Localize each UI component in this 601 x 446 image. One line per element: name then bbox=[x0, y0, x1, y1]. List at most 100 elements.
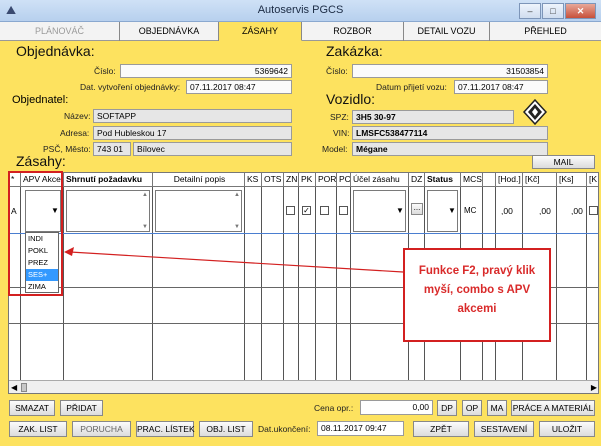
dropdown-option-prez[interactable]: PREZ bbox=[26, 257, 58, 269]
customer-address-label: Adresa: bbox=[60, 128, 90, 138]
renault-logo-icon bbox=[522, 98, 548, 126]
interventions-heading: Zásahy: bbox=[16, 153, 66, 169]
grid-line bbox=[298, 187, 299, 380]
por-checkbox[interactable] bbox=[320, 206, 329, 215]
work-material-button[interactable]: PRÁCE A MATERIÁL bbox=[511, 400, 595, 416]
delete-button[interactable]: SMAZAT bbox=[9, 400, 55, 416]
title-bar: ⛰ Autoservis PGCS – □ ✕ bbox=[0, 0, 601, 22]
column-header[interactable]: KS bbox=[245, 173, 262, 187]
tab-objednavka[interactable]: OBJEDNÁVKA bbox=[120, 22, 219, 41]
customer-name-field[interactable]: SOFTAPP bbox=[93, 109, 292, 123]
price-field[interactable]: 0,00 bbox=[360, 400, 433, 415]
grid-line bbox=[261, 187, 262, 380]
grid-line bbox=[63, 187, 64, 380]
scroll-up-icon[interactable]: ▲ bbox=[234, 192, 240, 198]
scroll-down-icon[interactable]: ▼ bbox=[142, 224, 148, 230]
settings-button[interactable]: SESTAVENÍ bbox=[474, 421, 534, 437]
minimize-button[interactable]: – bbox=[519, 3, 541, 19]
column-header[interactable]: MCS bbox=[461, 173, 483, 187]
grid-line bbox=[152, 187, 153, 380]
column-header[interactable]: PK bbox=[299, 173, 316, 187]
vehicle-model-field[interactable]: Mégane bbox=[352, 142, 548, 156]
completion-field[interactable]: 08.11.2017 09:47 bbox=[317, 421, 404, 436]
status-combo[interactable]: ▼ bbox=[427, 190, 458, 232]
customer-address-field[interactable]: Pod Hubleskou 17 bbox=[93, 126, 292, 140]
price-label: Cena opr.: bbox=[314, 403, 354, 413]
dropdown-option-pokl[interactable]: POKL bbox=[26, 245, 58, 257]
vehicle-vin-label: VIN: bbox=[333, 128, 350, 138]
customer-zip-field[interactable]: 743 01 bbox=[93, 142, 131, 156]
back-button[interactable]: ZPĚT bbox=[413, 421, 469, 437]
grid-line bbox=[336, 187, 337, 380]
column-header[interactable]: [K bbox=[587, 173, 598, 187]
op-button[interactable]: OP bbox=[462, 400, 482, 416]
column-header[interactable]: OTS bbox=[262, 173, 284, 187]
mail-button[interactable]: MAIL bbox=[532, 155, 595, 169]
column-header[interactable]: Detailní popis bbox=[153, 173, 245, 187]
column-header[interactable]: [Kč] bbox=[523, 173, 557, 187]
dz-button[interactable]: ... bbox=[411, 203, 423, 215]
column-header[interactable] bbox=[483, 173, 496, 187]
grid-line bbox=[244, 187, 245, 380]
job-number-field[interactable]: 31503854 bbox=[352, 64, 548, 78]
column-header[interactable]: DZ bbox=[409, 173, 425, 187]
job-accepted-field[interactable]: 07.11.2017 08:47 bbox=[454, 80, 548, 94]
add-button[interactable]: PŘIDAT bbox=[60, 400, 103, 416]
ma-button[interactable]: MA bbox=[487, 400, 507, 416]
zn-checkbox[interactable] bbox=[286, 206, 295, 215]
dropdown-option-ses-plus[interactable]: SES+ bbox=[26, 269, 58, 281]
tab-detail-vozu[interactable]: DETAIL VOZU bbox=[404, 22, 490, 41]
vehicle-spz-field[interactable]: 3H5 30-97 bbox=[352, 110, 514, 124]
dropdown-option-indi[interactable]: INDI bbox=[26, 233, 58, 245]
pc-checkbox[interactable] bbox=[339, 206, 348, 215]
tab-planovac: PLÁNOVÁČ bbox=[0, 22, 120, 41]
close-button[interactable]: ✕ bbox=[565, 3, 596, 19]
chevron-down-icon: ▼ bbox=[448, 206, 456, 215]
customer-city-field[interactable]: Bílovec bbox=[133, 142, 292, 156]
column-header[interactable]: [Ks] bbox=[557, 173, 587, 187]
dp-button[interactable]: DP bbox=[437, 400, 457, 416]
order-list-button[interactable]: ZAK. LIST bbox=[9, 421, 67, 437]
order-number-field[interactable]: 5369642 bbox=[120, 64, 292, 78]
extra-checkbox[interactable] bbox=[589, 206, 598, 215]
purpose-combo[interactable]: ▼ bbox=[353, 190, 406, 232]
scrollbar-thumb[interactable] bbox=[21, 383, 27, 392]
customer-heading: Objednatel: bbox=[12, 94, 69, 106]
tab-rozbor[interactable]: ROZBOR bbox=[302, 22, 404, 41]
chevron-down-icon: ▼ bbox=[396, 206, 404, 215]
tab-prehled[interactable]: PŘEHLED bbox=[490, 22, 601, 41]
save-button[interactable]: ULOŽIT bbox=[539, 421, 595, 437]
scroll-down-icon[interactable]: ▼ bbox=[234, 224, 240, 230]
grid-line bbox=[9, 233, 598, 234]
column-header[interactable]: Status bbox=[425, 173, 461, 187]
scroll-right-icon[interactable]: ▶ bbox=[591, 383, 597, 392]
column-header[interactable]: [Hod.] bbox=[496, 173, 523, 187]
horizontal-scrollbar[interactable]: ◀ ▶ bbox=[9, 380, 598, 393]
annotation-callout: Funkce F2, pravý klik myší, combo s APV … bbox=[403, 248, 551, 342]
order-created-label: Dat. vytvoření objednávky: bbox=[80, 82, 181, 92]
maximize-button[interactable]: □ bbox=[542, 3, 564, 19]
work-sheet-button[interactable]: PRAC. LÍSTEK bbox=[136, 421, 195, 437]
column-header[interactable]: ZN bbox=[284, 173, 299, 187]
obj-list-button[interactable]: OBJ. LIST bbox=[199, 421, 253, 437]
job-heading: Zakázka: bbox=[326, 43, 383, 59]
detail-description-field[interactable]: ▲ ▼ bbox=[155, 190, 242, 232]
job-accepted-label: Datum přijetí vozu: bbox=[376, 82, 447, 92]
grid-line bbox=[556, 187, 557, 380]
window-title: Autoservis PGCS bbox=[257, 4, 344, 16]
fault-button[interactable]: PORUCHA bbox=[72, 421, 131, 437]
scroll-up-icon[interactable]: ▲ bbox=[142, 192, 148, 198]
request-summary-field[interactable]: ▲ ▼ bbox=[66, 190, 150, 232]
vehicle-vin-field[interactable]: LMSFC538477114 bbox=[352, 126, 548, 140]
completion-label: Dat.ukončení: bbox=[258, 424, 311, 434]
column-header[interactable]: PC bbox=[337, 173, 351, 187]
scroll-left-icon[interactable]: ◀ bbox=[11, 383, 17, 392]
order-created-field[interactable]: 07.11.2017 08:47 bbox=[186, 80, 292, 94]
tab-zasahy[interactable]: ZÁSAHY bbox=[219, 22, 302, 41]
pk-checkbox[interactable]: ✓ bbox=[302, 206, 311, 215]
column-header[interactable]: Shrnutí požadavku bbox=[64, 173, 153, 187]
column-header[interactable]: POR bbox=[316, 173, 337, 187]
column-header[interactable]: Účel zásahu bbox=[351, 173, 409, 187]
vehicle-heading: Vozidlo: bbox=[326, 91, 376, 107]
dropdown-option-zima[interactable]: ZIMA bbox=[26, 281, 58, 293]
